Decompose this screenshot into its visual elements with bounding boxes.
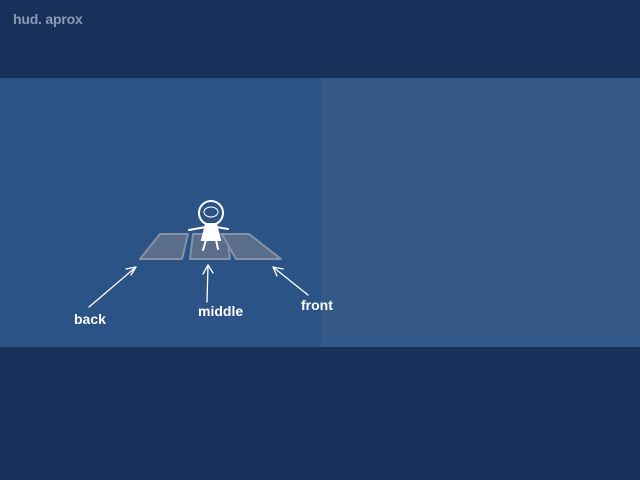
front-arrow [272,266,309,296]
middle-arrow [202,264,214,303]
middle-label: middle [198,303,244,319]
annotation-arrows [88,264,309,308]
back-tile [139,233,189,260]
hud-sketch [88,200,309,308]
back-arrow [88,266,137,308]
front-tile [221,233,282,260]
back-label: back [74,311,106,327]
figure-head [198,200,224,226]
hud-mockup-canvas: hud. aprox back middle front [0,0,640,480]
front-label: front [301,297,333,313]
figure-face [203,206,219,218]
